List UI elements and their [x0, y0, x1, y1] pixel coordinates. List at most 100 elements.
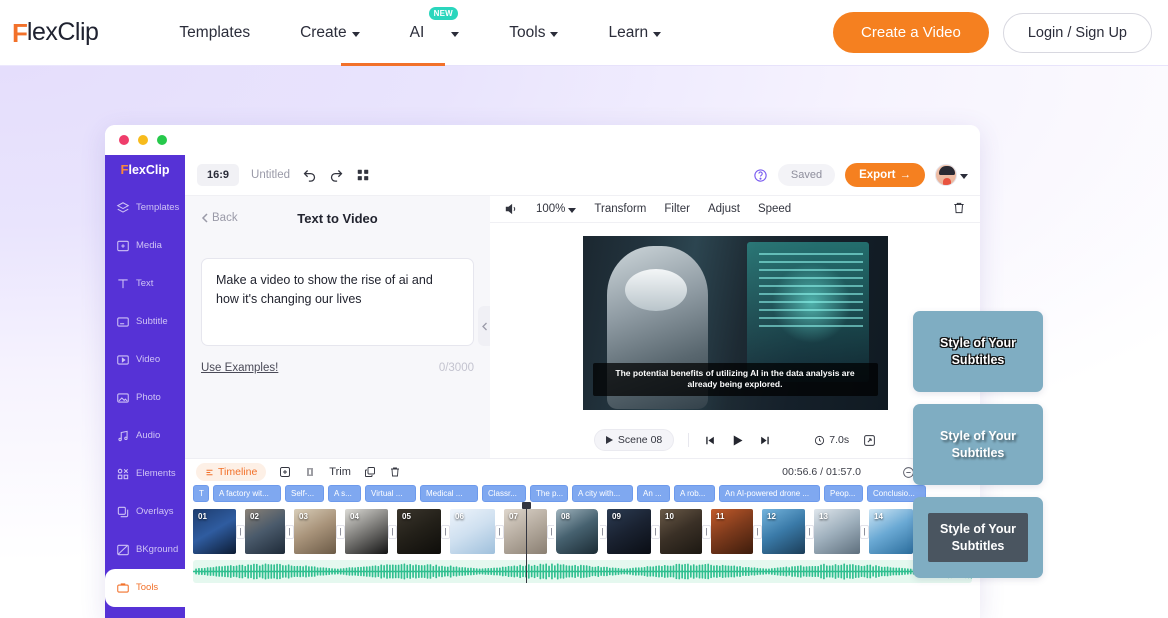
site-logo[interactable]: FlexClip [12, 20, 99, 46]
timeline-playhead[interactable] [522, 502, 531, 583]
clip-transition-handle[interactable]: | [598, 524, 607, 539]
clip-transition-handle[interactable]: | [753, 524, 762, 539]
use-examples-link[interactable]: Use Examples! [201, 362, 278, 374]
audio-track[interactable] [193, 560, 972, 583]
video-clip[interactable]: 03 [294, 509, 336, 554]
window-close-dot[interactable] [119, 135, 129, 145]
subtitle-clip[interactable]: T [193, 485, 209, 502]
sidebar-item-templates[interactable]: Templates [105, 189, 185, 227]
sidebar-item-video[interactable]: Video [105, 341, 185, 379]
back-button[interactable]: Back [201, 212, 238, 224]
window-maximize-dot[interactable] [157, 135, 167, 145]
video-clip[interactable]: 13 [814, 509, 860, 554]
project-name[interactable]: Untitled [251, 169, 290, 181]
window-minimize-dot[interactable] [138, 135, 148, 145]
subtitle-style-card-shadow[interactable]: Style of Your Subtitles [913, 404, 1043, 485]
volume-icon[interactable] [504, 202, 518, 216]
subtitle-clip[interactable]: Peop... [824, 485, 863, 502]
video-clip[interactable]: 14 [869, 509, 913, 554]
help-icon[interactable] [753, 168, 768, 183]
subtitle-clip[interactable]: A s... [328, 485, 361, 502]
filter-button[interactable]: Filter [664, 203, 690, 215]
sidebar-item-bkground[interactable]: BKground [105, 531, 185, 569]
aspect-ratio-chip[interactable]: 16:9 [197, 164, 240, 186]
clip-transition-handle[interactable]: | [651, 524, 660, 539]
subtitle-clip[interactable]: Medical ... [420, 485, 478, 502]
export-button[interactable]: Export → [845, 163, 925, 187]
nav-item-ai[interactable]: AI NEW [385, 0, 485, 65]
split-icon[interactable] [304, 466, 316, 478]
undo-icon[interactable] [302, 168, 317, 183]
subtitle-style-card-outline[interactable]: Style of Your Subtitles [913, 311, 1043, 392]
redo-icon[interactable] [329, 168, 344, 183]
sidebar-item-subtitle[interactable]: Subtitle [105, 303, 185, 341]
subtitle-clip[interactable]: A rob... [674, 485, 715, 502]
video-clip[interactable]: 11 [711, 509, 753, 554]
subtitle-clip[interactable]: A factory wit... [213, 485, 281, 502]
login-signup-button[interactable]: Login / Sign Up [1002, 12, 1152, 53]
subtitle-clip[interactable]: The p... [530, 485, 568, 502]
user-menu[interactable] [935, 164, 968, 186]
video-clip[interactable]: 09 [607, 509, 651, 554]
speed-button[interactable]: Speed [758, 203, 791, 215]
trash-icon[interactable] [389, 466, 401, 478]
nav-item-templates[interactable]: Templates [154, 0, 275, 65]
zoom-level-selector[interactable]: 100% [536, 203, 577, 215]
sidebar-item-overlays[interactable]: Overlays [105, 493, 185, 531]
play-icon[interactable] [730, 433, 745, 448]
clip-transition-handle[interactable]: | [805, 524, 814, 539]
grid-icon[interactable] [356, 168, 370, 182]
video-clip[interactable]: 04 [345, 509, 388, 554]
fullscreen-icon[interactable] [863, 434, 876, 447]
sidebar-item-elements[interactable]: Elements [105, 455, 185, 493]
clip-transition-handle[interactable]: | [285, 524, 294, 539]
subtitle-clip[interactable]: An ... [637, 485, 670, 502]
clip-transition-handle[interactable]: | [388, 524, 397, 539]
sidebar-item-media[interactable]: Media [105, 227, 185, 265]
video-clip[interactable]: 10 [660, 509, 702, 554]
video-clip[interactable]: 05 [397, 509, 441, 554]
sidebar-item-tools[interactable]: Tools [105, 568, 185, 607]
sidebar-label-text: Text [136, 278, 154, 289]
nav-item-learn[interactable]: Learn [583, 0, 686, 65]
editor-topbar-actions: Saved Export → [753, 163, 968, 187]
skip-next-icon[interactable] [759, 434, 772, 447]
clip-transition-handle[interactable]: | [236, 524, 245, 539]
subtitle-clip[interactable]: Self-... [285, 485, 324, 502]
video-clip[interactable]: 02 [245, 509, 285, 554]
subtitle-clip[interactable]: Classr... [482, 485, 526, 502]
subtitle-style-card-boxed[interactable]: Style of Your Subtitles [913, 497, 1043, 578]
subtitle-clip[interactable]: A city with... [572, 485, 633, 502]
scene-selector[interactable]: Scene 08 [593, 429, 675, 451]
subtitle-clip[interactable]: Virtual ... [365, 485, 416, 502]
trash-icon[interactable] [952, 201, 966, 218]
clip-transition-handle[interactable]: | [547, 524, 556, 539]
video-clip[interactable]: 12 [762, 509, 805, 554]
add-clip-icon[interactable] [279, 466, 291, 478]
transform-button[interactable]: Transform [594, 203, 646, 215]
create-video-button[interactable]: Create a Video [833, 12, 989, 53]
clip-transition-handle[interactable]: | [860, 524, 869, 539]
video-clip[interactable]: 08 [554, 507, 600, 556]
video-preview[interactable]: The potential benefits of utilizing AI i… [582, 235, 888, 410]
sidebar-item-photo[interactable]: Photo [105, 379, 185, 417]
duplicate-icon[interactable] [364, 466, 376, 478]
timeline-tab[interactable]: Timeline [196, 463, 267, 481]
skip-previous-icon[interactable] [703, 434, 716, 447]
adjust-button[interactable]: Adjust [708, 203, 740, 215]
prompt-input[interactable] [201, 258, 474, 346]
nav-item-create[interactable]: Create [275, 0, 385, 65]
subtitle-clip[interactable]: An AI-powered drone ... [719, 485, 820, 502]
video-clip[interactable]: 01 [193, 509, 236, 554]
nav-item-tools[interactable]: Tools [484, 0, 583, 65]
trim-button[interactable]: Trim [329, 466, 351, 478]
video-clip[interactable]: 06 [450, 509, 495, 554]
clip-transition-handle[interactable]: | [495, 524, 504, 539]
clip-transition-handle[interactable]: | [336, 524, 345, 539]
sidebar-item-audio[interactable]: Audio [105, 417, 185, 455]
duration-value: 7.0s [829, 434, 850, 446]
clip-transition-handle[interactable]: | [441, 524, 450, 539]
clip-transition-handle[interactable]: | [702, 524, 711, 539]
sidebar-item-text[interactable]: Text [105, 265, 185, 303]
editor-sidebar-logo[interactable]: FlexClip [121, 163, 170, 177]
